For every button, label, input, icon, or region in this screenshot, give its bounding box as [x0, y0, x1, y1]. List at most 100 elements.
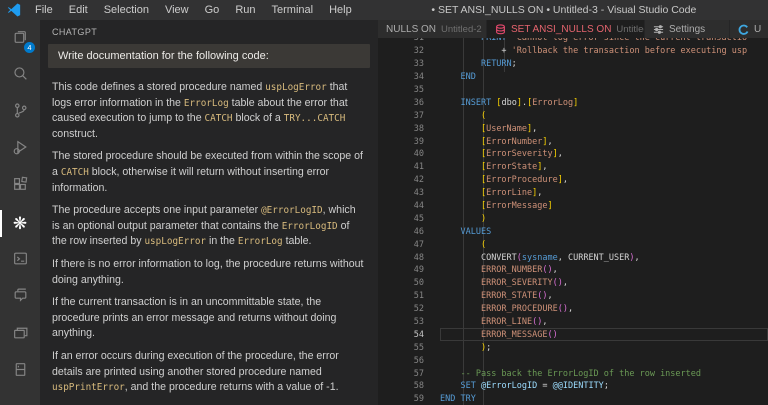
activity-item-notebook[interactable] [0, 353, 40, 390]
editor-line-33[interactable]: 33 RETURN; [378, 58, 768, 71]
activity-item-chatgpt[interactable]: ❋ [0, 205, 40, 242]
editor-line-49[interactable]: 49 ERROR_NUMBER(), [378, 264, 768, 277]
line-code: ERROR_NUMBER(), [440, 265, 768, 275]
code-token: dbo [501, 98, 516, 108]
git-branch-icon [12, 102, 29, 124]
editor-line-59[interactable]: 59END TRY [378, 393, 768, 405]
activity-item-search[interactable] [0, 57, 40, 94]
editor-line-39[interactable]: 39 [ErrorNumber], [378, 135, 768, 148]
menu-go[interactable]: Go [197, 0, 228, 20]
editor-line-56[interactable]: 56 [378, 354, 768, 367]
editor-line-37[interactable]: 37 ( [378, 109, 768, 122]
activity-item-run-debug[interactable] [0, 131, 40, 168]
activity-bar: 4❋ [0, 20, 40, 405]
tab-description: Untitled-3 [616, 24, 645, 35]
response-text: If the current transaction is in an unco… [52, 296, 336, 339]
editor-line-50[interactable]: 50 ERROR_SEVERITY(), [378, 277, 768, 290]
editor-line-32[interactable]: 32 + 'Rollback the transaction before ex… [378, 45, 768, 58]
activity-item-terminal[interactable] [0, 242, 40, 279]
editor-line-35[interactable]: 35 [378, 84, 768, 97]
line-code: ( [440, 111, 768, 121]
menu-view[interactable]: View [157, 0, 197, 20]
tab-untitled-3[interactable]: SET ANSI_NULLS ONUntitled-31● [487, 20, 645, 38]
menu-edit[interactable]: Edit [61, 0, 96, 20]
editor-line-48[interactable]: 48 CONVERT(sysname, CURRENT_USER), [378, 251, 768, 264]
code-token: ; [486, 343, 491, 353]
activity-item-comments[interactable] [0, 279, 40, 316]
line-number: 52 [378, 304, 440, 314]
inline-code: TRY...CATCH [284, 113, 346, 124]
code-token: sysname [522, 253, 558, 263]
editor-line-47[interactable]: 47 ( [378, 238, 768, 251]
editor-line-52[interactable]: 52 ERROR_PROCEDURE(), [378, 303, 768, 316]
line-number: 59 [378, 394, 440, 404]
line-number: 35 [378, 85, 440, 95]
activity-item-explorer[interactable]: 4 [0, 20, 40, 57]
menu-file[interactable]: File [27, 0, 61, 20]
code-token: @ErrorLogID [481, 381, 537, 391]
response-paragraph: This code defines a stored procedure nam… [52, 80, 366, 142]
editor-line-42[interactable]: 42 [ErrorProcedure], [378, 174, 768, 187]
menu-selection[interactable]: Selection [96, 0, 157, 20]
inline-code: uspLogError [265, 82, 327, 93]
code-token: , [537, 188, 542, 198]
editor-line-43[interactable]: 43 [ErrorLine], [378, 187, 768, 200]
code-token: SET [460, 381, 475, 391]
line-number: 57 [378, 369, 440, 379]
menu-terminal[interactable]: Terminal [264, 0, 322, 20]
editor-line-38[interactable]: 38 [UserName], [378, 122, 768, 135]
response-text: , and the procedure returns with a value… [125, 381, 339, 393]
chatgpt-panel: CHATGPT Write documentation for the foll… [40, 20, 378, 405]
tab-clipped[interactable]: U [730, 20, 768, 38]
activity-item-windows[interactable] [0, 316, 40, 353]
editor-line-44[interactable]: 44 [ErrorMessage] [378, 200, 768, 213]
code-token: () [542, 265, 552, 275]
line-number: 46 [378, 227, 440, 237]
editor-line-53[interactable]: 53 ERROR_LINE(), [378, 316, 768, 329]
editor-line-36[interactable]: 36 INSERT [dbo].[ErrorLog] [378, 96, 768, 109]
code-token: PRINT [481, 38, 507, 43]
tab-untitled-2[interactable]: NULLS ONUntitled-2● [378, 20, 487, 38]
code-token: + [501, 46, 511, 56]
line-number: 49 [378, 265, 440, 275]
code-token: ErrorSeverity [486, 149, 553, 159]
editor-line-41[interactable]: 41 [ErrorState], [378, 161, 768, 174]
activity-item-source-control[interactable] [0, 94, 40, 131]
line-code: PRINT 'Cannot log error since the curren… [440, 38, 768, 43]
code-editor[interactable]: 31 PRINT 'Cannot log error since the cur… [378, 38, 768, 405]
line-number: 40 [378, 149, 440, 159]
editor-line-46[interactable]: 46 VALUES [378, 225, 768, 238]
search-icon [12, 65, 29, 87]
editor-line-51[interactable]: 51 ERROR_STATE(), [378, 290, 768, 303]
inline-code: ErrorLogID [282, 221, 338, 232]
line-number: 42 [378, 175, 440, 185]
editor-line-58[interactable]: 58 SET @ErrorLogID = @@IDENTITY; [378, 380, 768, 393]
response-paragraph: If the current transaction is in an unco… [52, 295, 366, 342]
activity-item-extensions[interactable] [0, 168, 40, 205]
line-number: 44 [378, 201, 440, 211]
menu-run[interactable]: Run [227, 0, 263, 20]
line-code: SET @ErrorLogID = @@IDENTITY; [440, 381, 768, 391]
editor-line-40[interactable]: 40 [ErrorSeverity], [378, 148, 768, 161]
code-token: , [563, 278, 568, 288]
code-token: -- Pass back the ErrorLogID of the row i… [460, 369, 701, 379]
inline-code: ErrorLog [238, 236, 283, 247]
tab-settings[interactable]: Settings [645, 20, 730, 38]
line-code: INSERT [dbo].[ErrorLog] [440, 98, 768, 108]
editor-line-31[interactable]: 31 PRINT 'Cannot log error since the cur… [378, 38, 768, 45]
tab-bar: NULLS ONUntitled-2●SET ANSI_NULLS ONUnti… [378, 20, 768, 38]
inline-code: @ErrorLogID [261, 205, 323, 216]
code-token: ( [481, 111, 486, 121]
menu-bar: FileEditSelectionViewGoRunTerminalHelp [27, 0, 360, 20]
editor-line-54[interactable]: 54 ERROR_MESSAGE() [378, 328, 768, 341]
editor-line-34[interactable]: 34 END [378, 71, 768, 84]
editor-line-55[interactable]: 55 ); [378, 341, 768, 354]
line-code: END TRY [440, 394, 768, 404]
code-token: () [553, 278, 563, 288]
menu-help[interactable]: Help [321, 0, 360, 20]
vscode-window: FileEditSelectionViewGoRunTerminalHelp •… [0, 0, 768, 405]
editor-line-45[interactable]: 45 ) [378, 212, 768, 225]
editor-line-57[interactable]: 57 -- Pass back the ErrorLogID of the ro… [378, 367, 768, 380]
code-token: ERROR_PROCEDURE [481, 304, 558, 314]
code-token: ErrorMessage [486, 201, 547, 211]
